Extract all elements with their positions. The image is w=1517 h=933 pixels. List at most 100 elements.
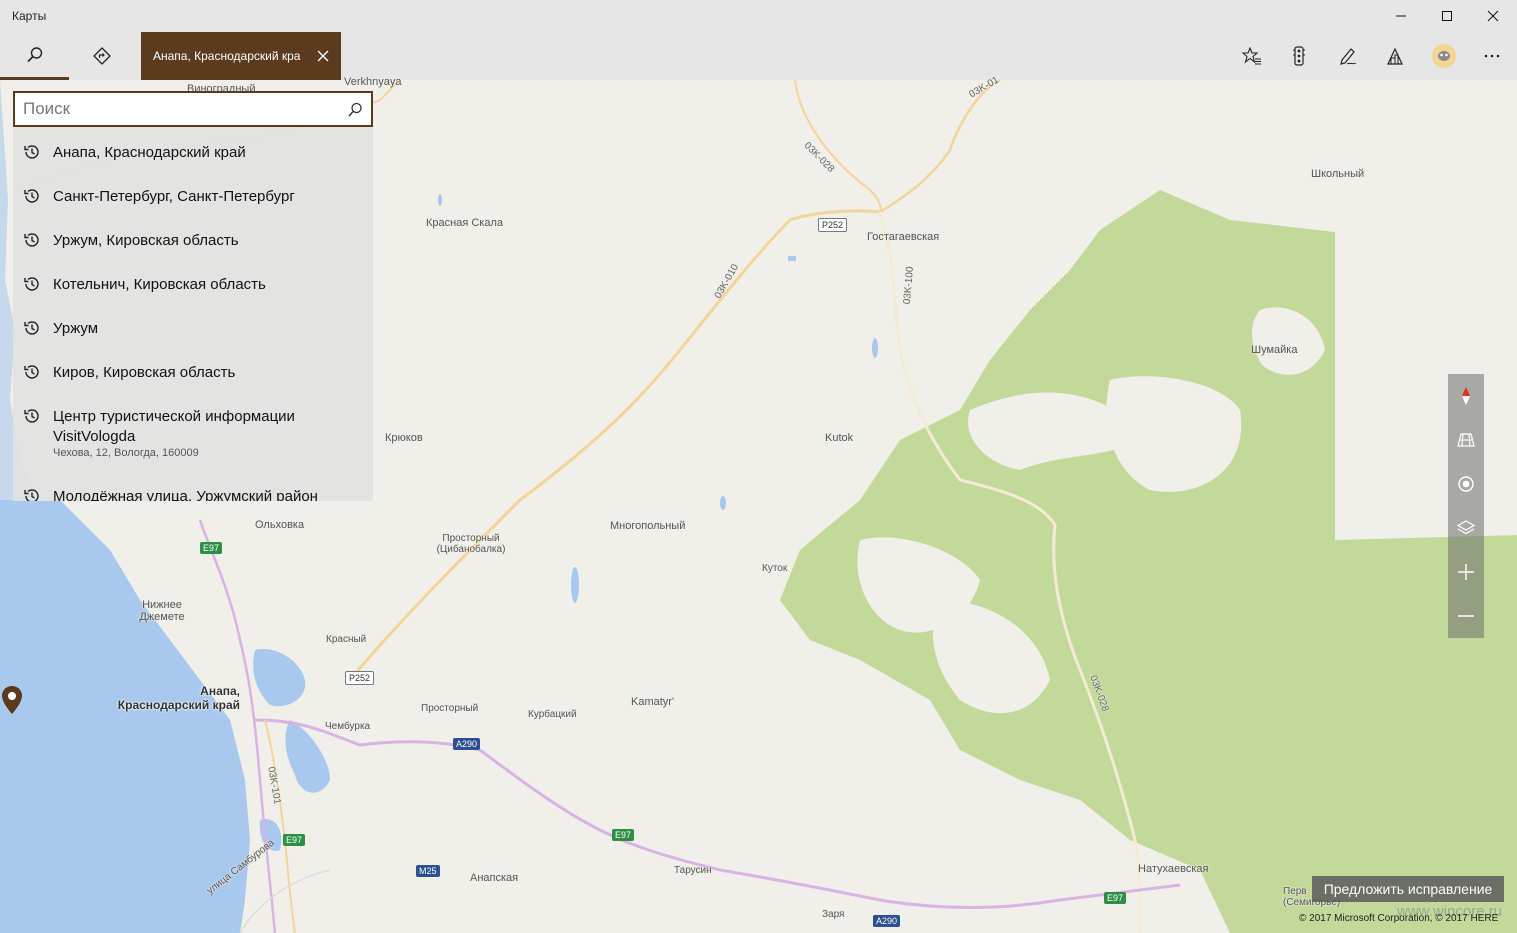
compass-button[interactable] (1448, 374, 1484, 418)
location-icon (1458, 476, 1474, 492)
history-icon (24, 277, 39, 291)
place-label: Курбацкий (528, 709, 577, 720)
history-item-label: Киров, Кировская область (53, 364, 236, 381)
tab-anapa[interactable]: Анапа, Краснодарский край (141, 32, 341, 80)
minimize-button[interactable] (1378, 0, 1424, 32)
history-icon (24, 189, 39, 203)
my-location-button[interactable] (1448, 462, 1484, 506)
history-item-address: Чехова, 12, Вологда, 160009 (53, 447, 199, 459)
tab-anapa-label: Анапа, Краснодарский край (153, 49, 301, 63)
place-label: Школьный (1311, 168, 1365, 180)
history-icon (24, 233, 39, 247)
place-label: Kutok (825, 432, 854, 444)
history-item[interactable]: Уржум (13, 317, 373, 361)
road-shield: A290 (453, 738, 481, 750)
more-button[interactable] (1468, 32, 1516, 80)
place-label: Крюков (385, 432, 423, 444)
road-shield: E97 (283, 834, 306, 846)
pin-label-line2: Краснодарский край (117, 698, 240, 712)
search-input[interactable] (23, 99, 343, 119)
search-box (13, 91, 373, 127)
place-label: Натухаевская (1138, 863, 1209, 875)
history-icon (24, 409, 39, 423)
history-item-label: Уржум, Кировская область (53, 232, 239, 249)
3d-cities-icon (1387, 47, 1403, 65)
pin-label-line1: Анапа, (200, 684, 240, 698)
title-bar: Карты (0, 0, 1517, 32)
copyright: © 2017 Microsoft Corporation, © 2017 HER… (1299, 913, 1499, 924)
history-item[interactable]: Молодёжная улица, Уржумский район (13, 485, 373, 501)
history-item-label: Центр туристической информации VisitVolo… (53, 408, 295, 445)
3d-cities-button[interactable] (1371, 32, 1419, 80)
road-shield: P252 (818, 218, 848, 232)
history-item-label: Санкт-Петербург, Санкт-Петербург (53, 188, 295, 205)
road-shield: A290 (873, 915, 901, 927)
ink-icon (1340, 48, 1357, 65)
place-label: Многопольный (610, 520, 686, 532)
zoom-in-icon (1458, 564, 1474, 580)
close-icon (317, 50, 329, 62)
traffic-icon (1293, 46, 1305, 66)
favorites-icon (1242, 47, 1261, 65)
history-item[interactable]: Центр туристической информации VisitVolo… (13, 405, 373, 485)
close-window-button[interactable] (1470, 0, 1516, 32)
tilt-button[interactable] (1448, 418, 1484, 462)
history-item[interactable]: Санкт-Петербург, Санкт-Петербург (13, 185, 373, 229)
zoom-in-button[interactable] (1448, 550, 1484, 594)
search-panel: Анапа, Краснодарский край Санкт-Петербур… (13, 91, 373, 501)
search-icon (348, 102, 362, 117)
place-label: Шумайка (1251, 344, 1298, 356)
account-button[interactable] (1420, 32, 1468, 80)
zoom-out-button[interactable] (1448, 594, 1484, 638)
zoom-out-icon (1458, 615, 1474, 617)
tab-directions[interactable] (69, 32, 135, 80)
place-label: Куток (762, 563, 788, 574)
road-shield: E97 (200, 542, 223, 554)
place-label: Kamatyr' (631, 696, 675, 708)
tab-close-button[interactable] (305, 32, 341, 80)
more-icon (1484, 54, 1500, 58)
history-item[interactable]: Котельнич, Кировская область (13, 273, 373, 317)
compass-icon (1462, 387, 1470, 405)
history-icon (24, 321, 39, 335)
history-item[interactable]: Киров, Кировская область (13, 361, 373, 405)
traffic-button[interactable] (1275, 32, 1323, 80)
history-icon (24, 489, 39, 501)
search-button[interactable] (345, 100, 365, 120)
history-item-label: Котельнич, Кировская область (53, 276, 266, 293)
map-controls (1448, 374, 1484, 638)
place-label: Красный (326, 634, 367, 645)
place-label: Гостагаевская (867, 231, 940, 243)
tilt-icon (1457, 433, 1475, 447)
road-shield: E97 (612, 829, 635, 841)
suggest-edit-button[interactable]: Предложить исправление (1312, 876, 1504, 902)
place-label: Заря (822, 909, 845, 920)
layers-button[interactable] (1448, 506, 1484, 550)
history-icon (24, 365, 39, 379)
window-title: Карты (12, 9, 47, 23)
account-icon (1432, 44, 1456, 68)
search-icon (26, 46, 42, 62)
maximize-button[interactable] (1424, 0, 1470, 32)
history-item[interactable]: Анапа, Краснодарский край (13, 141, 373, 185)
history-item[interactable]: Уржум, Кировская область (13, 229, 373, 273)
road-shield: E97 (1104, 892, 1127, 904)
road-shield: P252 (345, 671, 375, 685)
maximize-icon (1442, 11, 1452, 21)
road-shield: M25 (416, 865, 440, 877)
layers-icon (1457, 520, 1475, 535)
history-icon (24, 145, 39, 159)
place-label: Красная Скала (426, 217, 503, 229)
place-label: Verkhnyaya (344, 76, 402, 88)
minimize-icon (1396, 15, 1406, 17)
place-label: Чембурка (325, 721, 371, 732)
location-pin-icon[interactable] (0, 685, 24, 715)
ink-button[interactable] (1324, 32, 1372, 80)
place-label: Нижнее Джемете (139, 599, 185, 623)
directions-icon (93, 47, 111, 65)
history-item-label: Анапа, Краснодарский край (53, 144, 246, 161)
tab-search[interactable] (0, 32, 69, 80)
place-label: Тарусин (674, 865, 712, 876)
toolbar: Анапа, Краснодарский край (0, 32, 1517, 80)
favorites-button[interactable] (1228, 32, 1276, 80)
